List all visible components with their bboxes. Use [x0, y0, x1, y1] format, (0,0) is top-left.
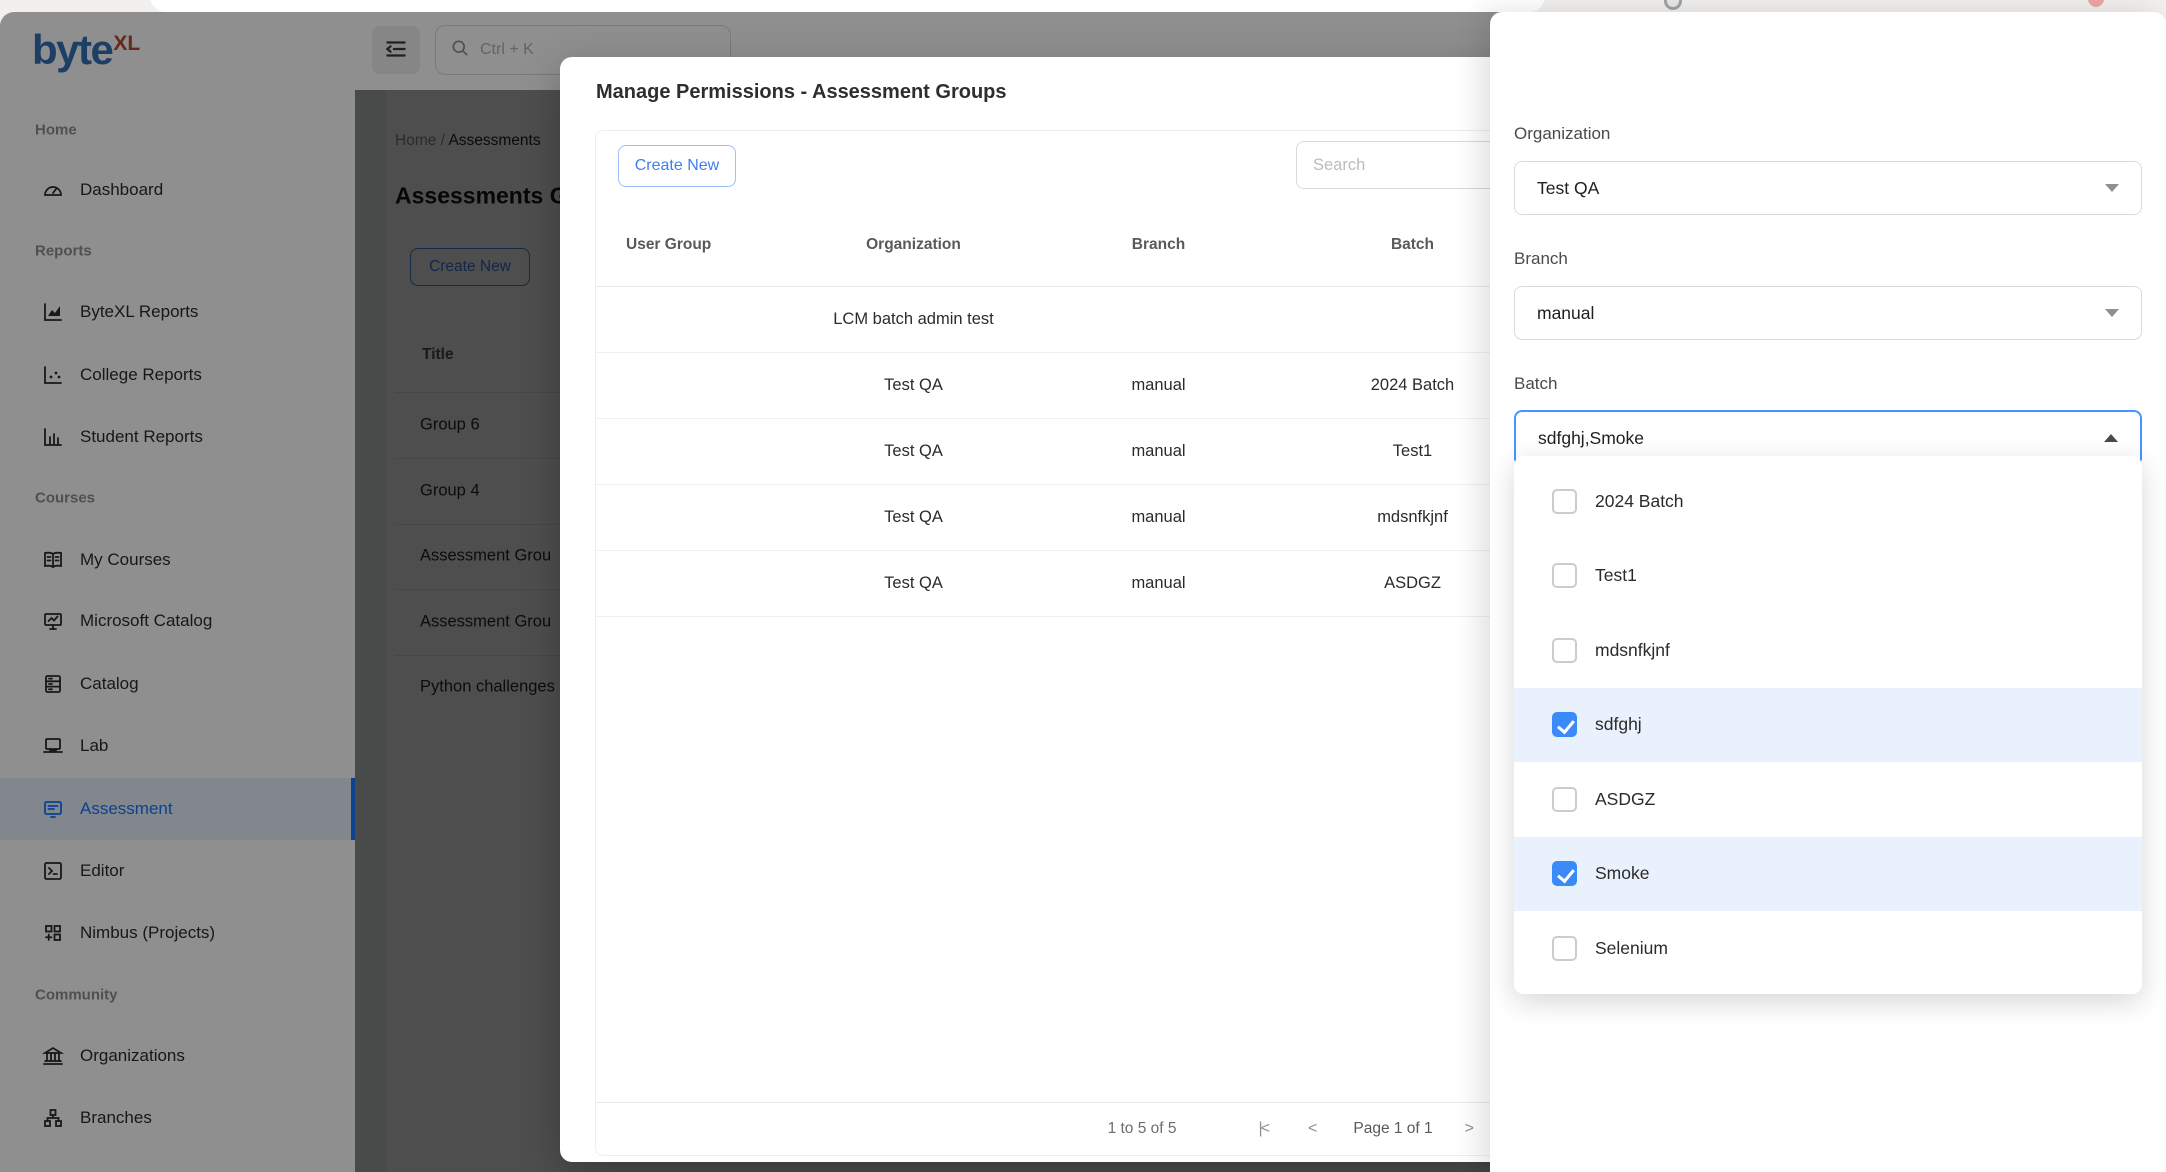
branch-select-value: manual — [1537, 302, 1595, 323]
chevron-down-icon — [2105, 309, 2119, 317]
column-header-organization[interactable]: Organization — [781, 236, 1046, 254]
pagination-prev-icon[interactable]: < — [1302, 1116, 1323, 1142]
permissions-drawer: Organization Test QA Branch manual Batch… — [1490, 12, 2166, 1172]
chevron-down-icon — [2105, 184, 2119, 192]
checkbox-icon[interactable] — [1552, 637, 1577, 663]
table-row[interactable]: Test QA manual 2024 Batch — [596, 353, 1554, 419]
batch-option[interactable]: Smoke — [1514, 836, 2142, 911]
checkbox-icon[interactable] — [1552, 712, 1577, 738]
table-row[interactable]: Test QA manual mdsnfkjnf — [596, 485, 1554, 551]
batch-option-label: 2024 Batch — [1595, 490, 1684, 511]
batch-option-label: mdsnfkjnf — [1595, 639, 1670, 660]
table-row[interactable]: Test QA manual Test1 — [596, 419, 1554, 485]
cell-branch: manual — [1131, 376, 1186, 394]
manage-permissions-modal: Manage Permissions - Assessment Groups C… — [560, 57, 1560, 1162]
create-new-button[interactable]: Create New — [618, 145, 736, 187]
notification-red-dot — [2088, 0, 2104, 7]
checkbox-icon[interactable] — [1552, 786, 1577, 812]
cell-organization: Test QA — [884, 508, 943, 526]
batch-option[interactable]: sdfghj — [1514, 687, 2142, 762]
pagination-page-text: Page 1 of 1 — [1353, 1120, 1433, 1137]
organization-select-value: Test QA — [1537, 177, 1600, 198]
batch-option[interactable]: mdsnfkjnf — [1514, 613, 2142, 688]
column-header-user-group[interactable]: User Group — [596, 236, 781, 254]
background-window-edge — [150, 0, 1545, 12]
table-row[interactable]: LCM batch admin test — [596, 287, 1554, 353]
pagination-bar: 1 to 5 of 5 |< < Page 1 of 1 > — [596, 1102, 1554, 1155]
modal-title: Manage Permissions - Assessment Groups — [596, 81, 1007, 103]
checkbox-icon[interactable] — [1552, 563, 1577, 589]
batch-option[interactable]: Selenium — [1514, 911, 2142, 986]
cell-organization: Test QA — [884, 442, 943, 460]
cell-organization: Test QA — [884, 574, 943, 592]
batch-option-label: ASDGZ — [1595, 788, 1656, 809]
checkbox-icon[interactable] — [1552, 488, 1577, 514]
batch-option-label: sdfghj — [1595, 714, 1642, 735]
organization-label: Organization — [1514, 124, 1611, 143]
cell-branch: manual — [1131, 508, 1186, 526]
screen: byteXL Home Dashboard Reports ByteXL Rep… — [0, 0, 2166, 1172]
table-row[interactable]: Test QA manual ASDGZ — [596, 551, 1554, 617]
cell-organization: LCM batch admin test — [833, 310, 994, 328]
column-header-branch[interactable]: Branch — [1046, 236, 1271, 254]
batch-option-label: Smoke — [1595, 863, 1650, 884]
pagination-first-icon[interactable]: |< — [1253, 1116, 1275, 1142]
batch-dropdown: 2024 Batch Test1 mdsnfkjnf sdfghj ASDGZ … — [1514, 456, 2142, 994]
branch-select[interactable]: manual — [1514, 286, 2142, 340]
batch-select-value: sdfghj,Smoke — [1538, 427, 1645, 448]
organization-select[interactable]: Test QA — [1514, 161, 2142, 215]
batch-option-label: Selenium — [1595, 937, 1668, 958]
chevron-up-icon — [2104, 434, 2118, 442]
permissions-table: User Group Organization Branch Batch LCM… — [596, 203, 1554, 617]
batch-option[interactable]: Test1 — [1514, 539, 2142, 614]
branch-label: Branch — [1514, 249, 1568, 268]
pagination-range-text: 1 to 5 of 5 — [1107, 1120, 1177, 1137]
background-circle-icon — [1664, 0, 1682, 10]
cell-organization: Test QA — [884, 376, 943, 394]
cell-branch: manual — [1131, 442, 1186, 460]
checkbox-icon[interactable] — [1552, 935, 1577, 961]
cell-branch: manual — [1131, 574, 1186, 592]
batch-option[interactable]: 2024 Batch — [1514, 464, 2142, 539]
batch-option-label: Test1 — [1595, 565, 1637, 586]
permissions-card: Create New User Group Organization Branc… — [595, 130, 1560, 1156]
pagination-next-icon[interactable]: > — [1459, 1116, 1480, 1142]
checkbox-icon[interactable] — [1552, 861, 1577, 887]
table-header-row: User Group Organization Branch Batch — [596, 203, 1554, 287]
batch-label: Batch — [1514, 374, 1558, 393]
batch-option[interactable]: ASDGZ — [1514, 762, 2142, 837]
